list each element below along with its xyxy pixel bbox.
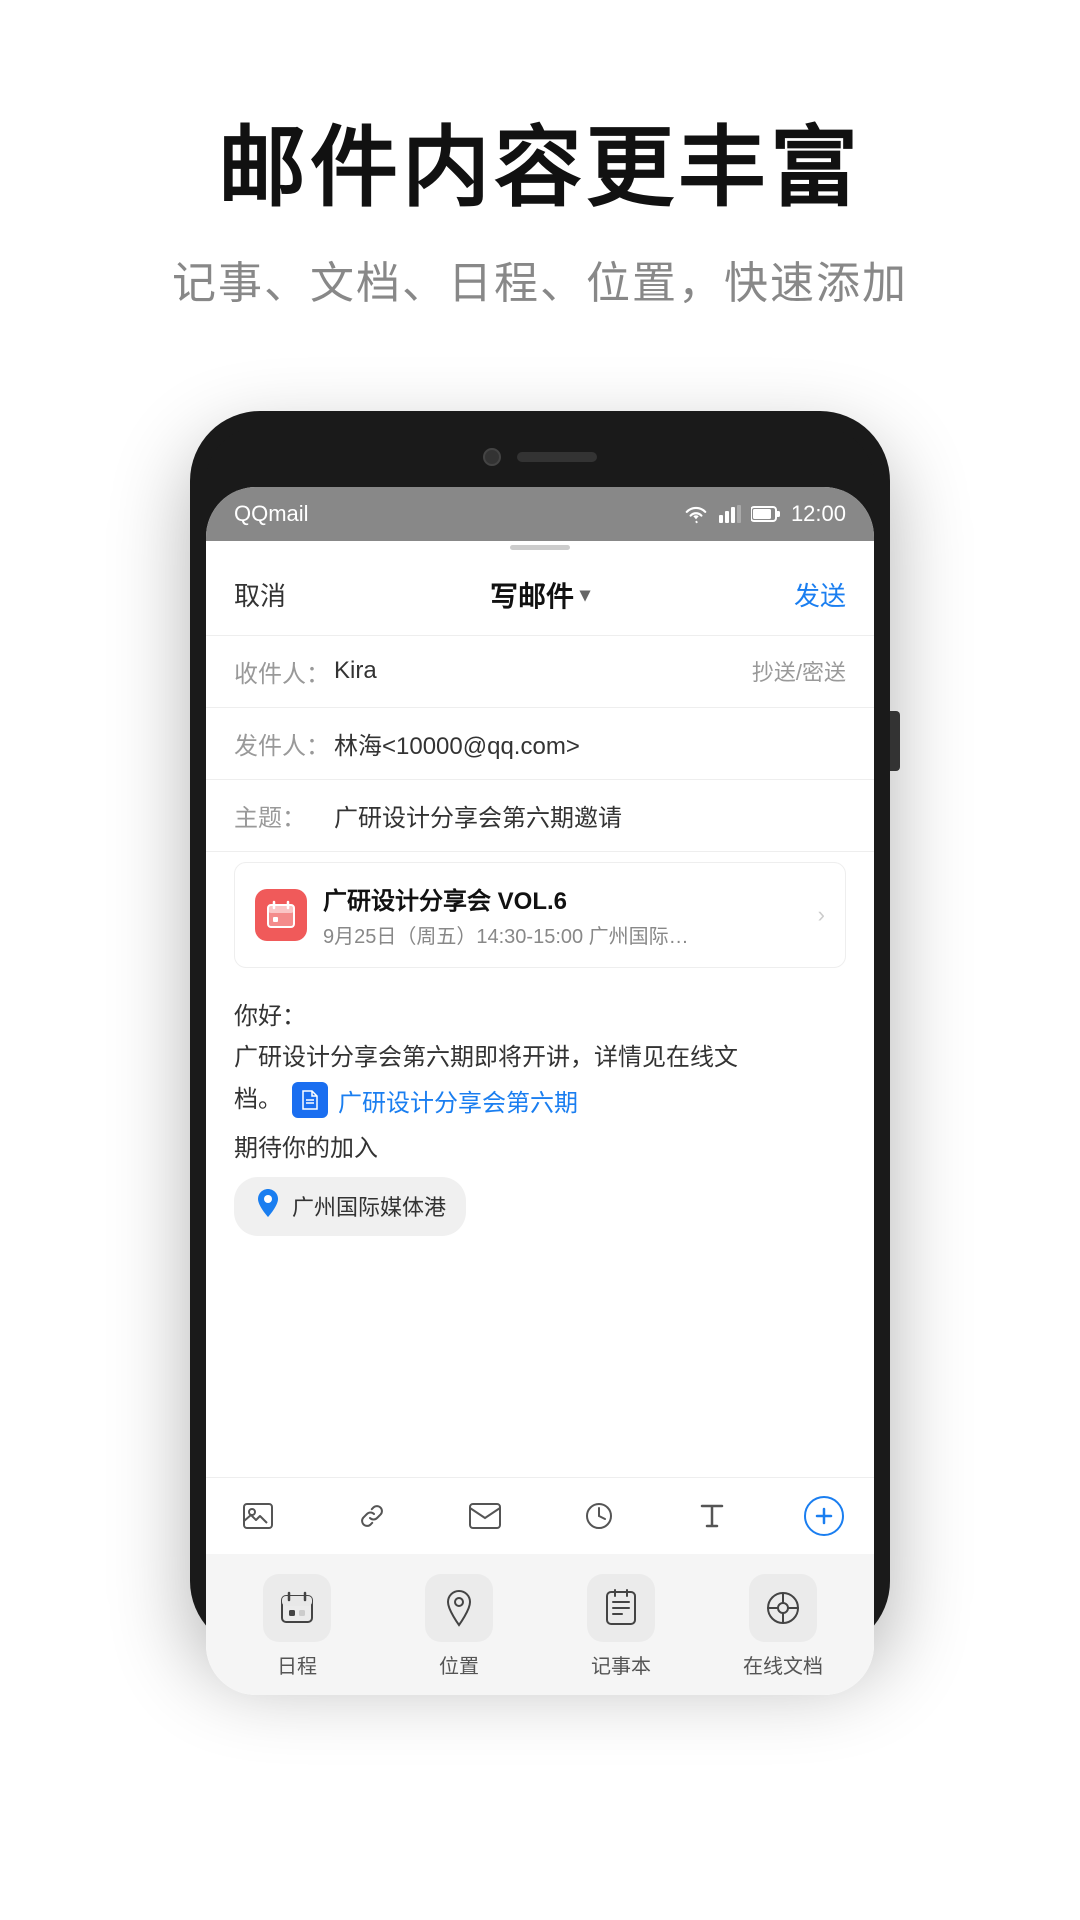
phone-screen: QQmail	[206, 487, 874, 1695]
quick-calendar-icon	[263, 1574, 331, 1642]
link-svg	[357, 1501, 387, 1531]
subject-field: 主题： 广研设计分享会第六期邀请	[206, 780, 874, 852]
doc-icon	[292, 1082, 328, 1118]
quick-doc-label: 在线文档	[743, 1650, 823, 1679]
battery-icon	[751, 505, 781, 523]
email-ending: 期待你的加入	[234, 1128, 846, 1163]
pin-svg	[254, 1187, 282, 1219]
location-pin-icon	[254, 1187, 282, 1226]
plus-svg	[813, 1505, 835, 1527]
drag-bar	[510, 545, 570, 550]
clock-svg	[585, 1502, 613, 1530]
hero-subtitle: 记事、文档、日程、位置，快速添加	[60, 247, 1020, 311]
event-calendar-icon	[255, 889, 307, 941]
subject-label: 主题：	[234, 798, 334, 833]
text-svg	[699, 1502, 725, 1530]
quick-note-label: 记事本	[591, 1650, 651, 1679]
send-button[interactable]: 发送	[794, 576, 846, 613]
status-bar: QQmail	[206, 487, 874, 541]
compose-title: 写邮件 ▾	[490, 575, 590, 615]
mail-toolbar-icon[interactable]	[463, 1494, 507, 1538]
compose-header: 取消 写邮件 ▾ 发送	[206, 555, 874, 636]
hero-section: 邮件内容更丰富 记事、文档、日程、位置，快速添加	[0, 0, 1080, 371]
phone-notch	[206, 427, 874, 487]
camera-icon	[483, 448, 501, 466]
quick-location-label: 位置	[439, 1650, 479, 1679]
event-details: 广研设计分享会 VOL.6 9月25日（周五）14:30-15:00 广州国际…	[323, 881, 802, 949]
title-dropdown-icon[interactable]: ▾	[580, 582, 590, 607]
status-icons: 12:00	[683, 501, 846, 527]
from-label: 发件人：	[234, 726, 334, 761]
quick-note-icon	[587, 1574, 655, 1642]
status-app-name: QQmail	[234, 501, 309, 527]
event-time: 9月25日（周五）14:30-15:00 广州国际…	[323, 920, 802, 949]
to-label: 收件人：	[234, 654, 334, 689]
note-quick-svg	[604, 1589, 638, 1627]
drag-indicator	[206, 541, 874, 555]
doc-svg	[299, 1089, 321, 1111]
location-name: 广州国际媒体港	[292, 1190, 446, 1222]
email-body[interactable]: 你好： 广研设计分享会第六期即将开讲，详情见在线文 档。	[206, 978, 874, 1477]
status-time: 12:00	[791, 501, 846, 527]
image-toolbar-icon[interactable]	[236, 1494, 280, 1538]
quick-actions: 日程 位置	[206, 1554, 874, 1695]
compose-toolbar	[206, 1477, 874, 1554]
quick-calendar-label: 日程	[277, 1650, 317, 1679]
event-arrow-icon: ›	[818, 902, 825, 928]
email-body-text1: 广研设计分享会第六期即将开讲，详情见在线文	[234, 1039, 846, 1077]
quick-action-calendar[interactable]: 日程	[237, 1574, 357, 1679]
cancel-button[interactable]: 取消	[234, 576, 286, 613]
to-value[interactable]: Kira	[334, 657, 752, 685]
quick-action-note[interactable]: 记事本	[561, 1574, 681, 1679]
email-greeting: 你好：	[234, 996, 846, 1031]
phone-frame: QQmail	[190, 411, 890, 1651]
plus-toolbar-icon[interactable]	[804, 1496, 844, 1536]
cc-bcc-button[interactable]: 抄送/密送	[752, 655, 846, 687]
quick-doc-icon	[749, 1574, 817, 1642]
quick-action-location[interactable]: 位置	[399, 1574, 519, 1679]
location-quick-svg	[444, 1589, 474, 1627]
doc-link[interactable]: 广研设计分享会第六期	[338, 1083, 578, 1118]
hero-title: 邮件内容更丰富	[60, 120, 1020, 217]
to-field: 收件人： Kira 抄送/密送	[206, 636, 874, 708]
email-doc-link-row: 档。 广研设计分享会第六期	[234, 1081, 846, 1119]
event-attachment[interactable]: 广研设计分享会 VOL.6 9月25日（周五）14:30-15:00 广州国际……	[234, 862, 846, 968]
wifi-icon	[683, 504, 709, 524]
doc-quick-svg	[765, 1590, 801, 1626]
email-compose: 取消 写邮件 ▾ 发送 收件人： Kira 抄送/密送 发件人： 林海<10	[206, 541, 874, 1695]
quick-location-icon	[425, 1574, 493, 1642]
subject-value[interactable]: 广研设计分享会第六期邀请	[334, 798, 846, 833]
mail-svg	[469, 1503, 501, 1529]
side-button	[890, 711, 900, 771]
from-value[interactable]: 林海<10000@qq.com>	[334, 726, 846, 761]
image-svg	[243, 1503, 273, 1529]
quick-action-doc[interactable]: 在线文档	[723, 1574, 843, 1679]
calendar-quick-svg	[279, 1590, 315, 1626]
attachment-toolbar-icon[interactable]	[350, 1494, 394, 1538]
phone-mockup: QQmail	[190, 411, 890, 1651]
speaker-grille	[517, 452, 597, 462]
calendar-svg	[265, 899, 297, 931]
clock-toolbar-icon[interactable]	[577, 1494, 621, 1538]
from-field: 发件人： 林海<10000@qq.com>	[206, 708, 874, 780]
location-chip[interactable]: 广州国际媒体港	[234, 1177, 466, 1236]
event-title: 广研设计分享会 VOL.6	[323, 881, 802, 916]
signal-icon	[719, 504, 741, 524]
text-toolbar-icon[interactable]	[690, 1494, 734, 1538]
